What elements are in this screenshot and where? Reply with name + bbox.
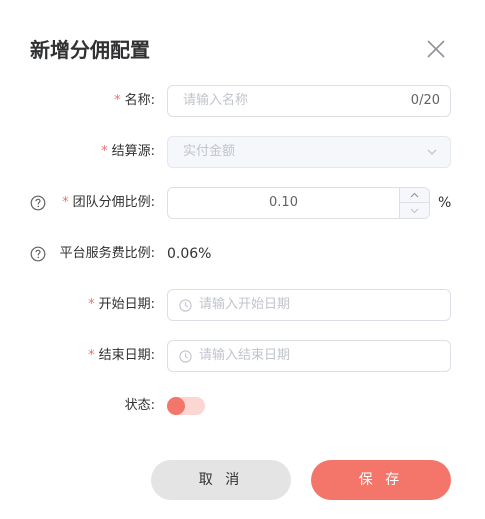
chevron-down-icon — [427, 149, 437, 155]
clock-icon — [179, 350, 192, 363]
name-input[interactable]: 请输入名称 0/20 — [167, 85, 451, 117]
close-icon[interactable] — [425, 38, 447, 60]
chevron-down-icon — [410, 208, 419, 213]
start-date-placeholder: 请输入开始日期 — [199, 297, 291, 312]
settlement-source-value: 实付金额 — [183, 144, 236, 159]
start-date-picker[interactable]: 请输入开始日期 — [167, 289, 451, 321]
required-mark: * — [62, 195, 69, 210]
required-mark: * — [88, 348, 95, 363]
settlement-source-select[interactable]: 实付金额 — [167, 136, 451, 168]
increment-button[interactable] — [400, 188, 429, 203]
stepper — [399, 188, 429, 218]
dialog-title: 新增分佣配置 — [30, 38, 150, 62]
chevron-up-icon — [410, 192, 419, 198]
end-date-placeholder: 请输入结束日期 — [199, 348, 291, 363]
team-ratio-number-input[interactable]: 0.10 — [167, 187, 430, 219]
form-row-status: 状态: — [0, 390, 485, 422]
required-mark: * — [114, 93, 121, 108]
required-mark: * — [101, 144, 108, 159]
clock-icon — [179, 299, 192, 312]
status-label: 状态: — [124, 398, 155, 413]
question-circle-icon[interactable] — [30, 195, 46, 211]
form-row-platform-fee: 平台服务费比例: 0.06% — [0, 238, 485, 270]
form-row-name: * 名称: 请输入名称 0/20 — [0, 85, 485, 117]
settlement-source-label: * 结算源: — [101, 144, 155, 159]
percent-unit: % — [438, 195, 452, 211]
end-date-picker[interactable]: 请输入结束日期 — [167, 340, 451, 372]
name-char-counter: 0/20 — [410, 93, 440, 108]
decrement-button[interactable] — [400, 203, 429, 218]
form-row-start-date: * 开始日期: 请输入开始日期 — [0, 289, 485, 321]
form-row-settlement-source: * 结算源: 实付金额 — [0, 136, 485, 168]
cancel-button[interactable]: 取 消 — [151, 460, 291, 500]
team-ratio-label: * 团队分佣比例: — [62, 195, 155, 210]
start-date-label: * 开始日期: — [88, 297, 155, 312]
save-button[interactable]: 保 存 — [311, 460, 451, 500]
question-circle-icon[interactable] — [30, 246, 46, 262]
team-ratio-value[interactable]: 0.10 — [168, 188, 399, 218]
form-row-team-ratio: * 团队分佣比例: 0.10 % — [0, 187, 485, 219]
platform-fee-label: 平台服务费比例: — [59, 246, 155, 261]
name-placeholder: 请输入名称 — [183, 93, 249, 108]
add-commission-config-dialog: 新增分佣配置 * 名称: 请输入名称 0/20 * 结算源: 实付金额 * 团队分佣比… — [0, 0, 485, 519]
end-date-label: * 结束日期: — [88, 348, 155, 363]
form-row-end-date: * 结束日期: 请输入结束日期 — [0, 340, 485, 372]
status-switch[interactable] — [167, 397, 205, 415]
name-label: * 名称: — [114, 93, 155, 108]
required-mark: * — [88, 297, 95, 312]
platform-fee-value: 0.06% — [167, 246, 212, 262]
switch-knob — [167, 397, 185, 415]
